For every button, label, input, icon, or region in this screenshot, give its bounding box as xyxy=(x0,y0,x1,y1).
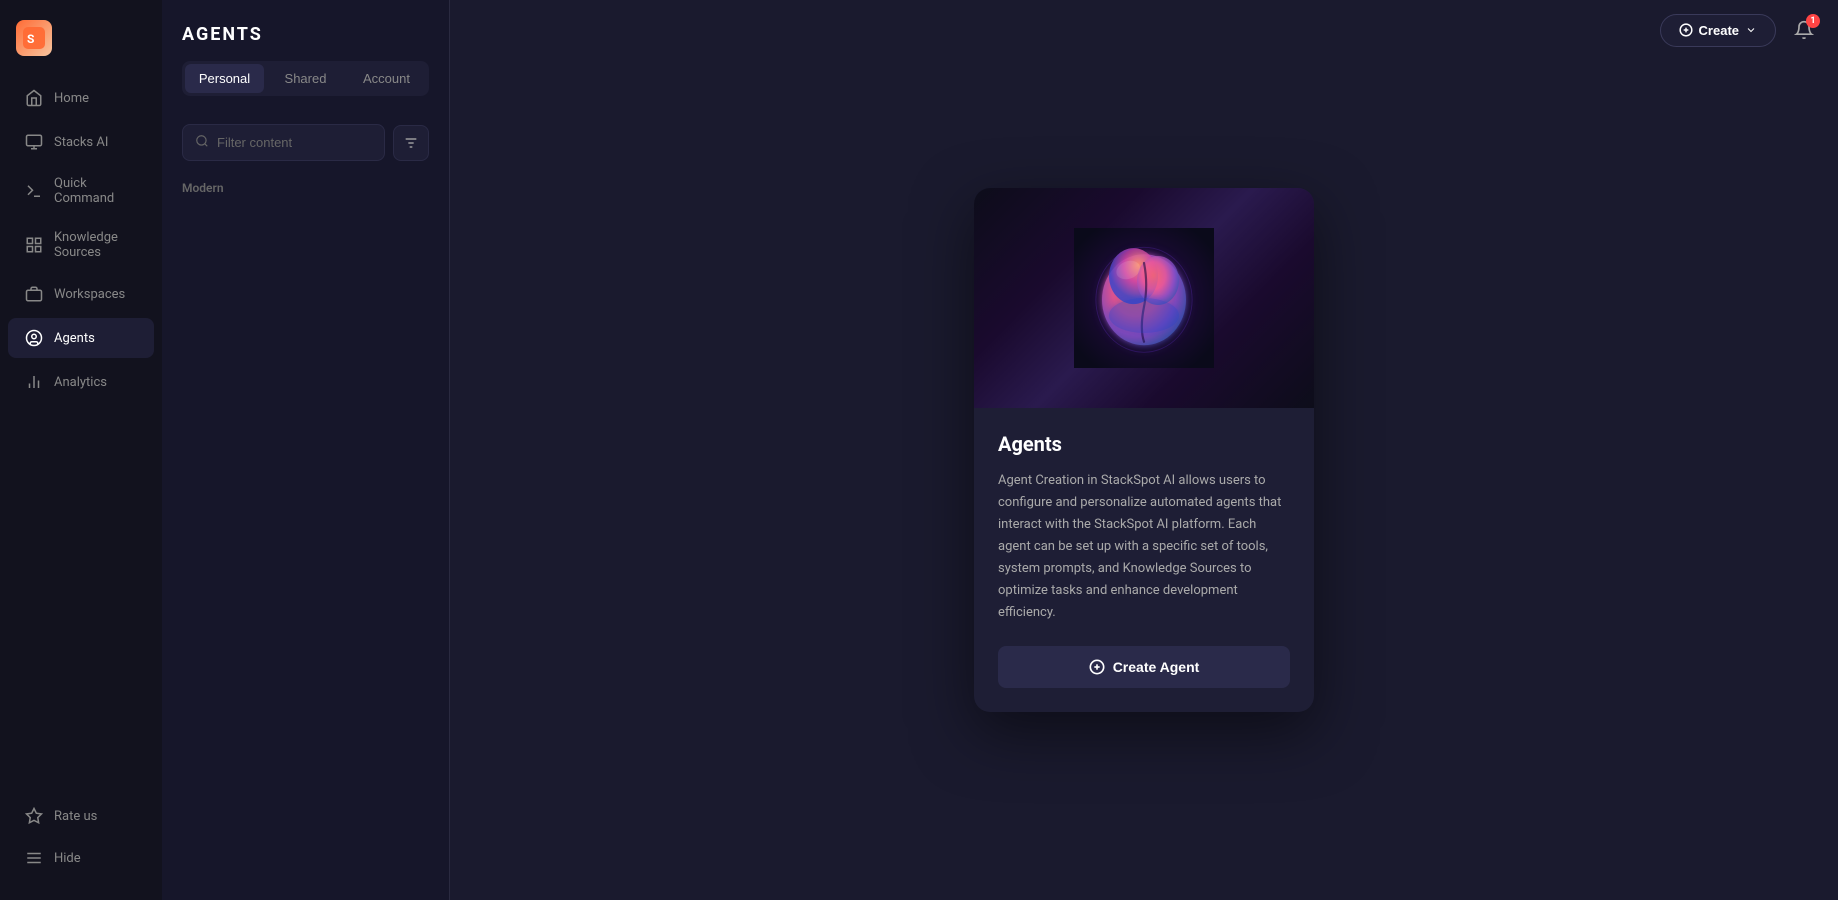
home-icon xyxy=(24,88,44,108)
card-body: Agents Agent Creation in StackSpot AI al… xyxy=(974,408,1314,713)
sidebar-item-analytics[interactable]: Analytics xyxy=(8,362,154,402)
search-filter-row xyxy=(162,112,449,173)
tab-shared[interactable]: Shared xyxy=(266,64,345,93)
main-area: AGENTS Personal Shared Account xyxy=(162,0,1838,900)
sidebar-item-quick-command[interactable]: Quick Command xyxy=(8,166,154,216)
sidebar-bottom: Rate us Hide xyxy=(0,786,162,888)
svg-text:S: S xyxy=(27,32,34,46)
search-input[interactable] xyxy=(217,135,372,150)
notification-button[interactable]: 1 xyxy=(1786,12,1822,48)
knowledge-icon xyxy=(24,235,44,255)
brain-graphic xyxy=(1074,228,1214,368)
info-card: Agents Agent Creation in StackSpot AI al… xyxy=(974,188,1314,713)
sidebar-item-workspaces[interactable]: Workspaces xyxy=(8,274,154,314)
stacks-icon xyxy=(24,132,44,152)
content-area: Create 1 xyxy=(450,0,1838,900)
workspaces-icon xyxy=(24,284,44,304)
sidebar-item-rate-us[interactable]: Rate us xyxy=(8,796,154,836)
filter-button[interactable] xyxy=(393,125,429,161)
sidebar-item-home[interactable]: Home xyxy=(8,78,154,118)
top-actions: Create 1 xyxy=(1660,12,1822,48)
sidebar-item-home-label: Home xyxy=(54,91,89,106)
create-agent-button[interactable]: Create Agent xyxy=(998,646,1290,688)
logo-area: S xyxy=(0,12,162,76)
command-icon xyxy=(24,181,44,201)
tab-account[interactable]: Account xyxy=(347,64,426,93)
search-icon xyxy=(195,133,209,152)
sidebar-item-analytics-label: Analytics xyxy=(54,375,107,390)
sidebar-item-stacks-ai-label: Stacks AI xyxy=(54,135,108,150)
agents-header: AGENTS Personal Shared Account xyxy=(162,0,449,112)
sidebar: S Home Stacks AI xyxy=(0,0,162,900)
sidebar-item-workspaces-label: Workspaces xyxy=(54,287,125,302)
agents-panel: AGENTS Personal Shared Account xyxy=(162,0,450,900)
sidebar-item-rate-us-label: Rate us xyxy=(54,809,97,824)
agents-tabs: Personal Shared Account xyxy=(182,61,429,96)
sidebar-item-agents[interactable]: Agents xyxy=(8,318,154,358)
notification-badge: 1 xyxy=(1806,14,1820,28)
hide-icon xyxy=(24,848,44,868)
card-description: Agent Creation in StackSpot AI allows us… xyxy=(998,470,1290,625)
search-box[interactable] xyxy=(182,124,385,161)
section-modern-label: Modern xyxy=(162,173,449,203)
logo-icon: S xyxy=(16,20,52,56)
card-image xyxy=(974,188,1314,408)
star-icon xyxy=(24,806,44,826)
sidebar-item-agents-label: Agents xyxy=(54,331,95,346)
sidebar-item-hide-label: Hide xyxy=(54,851,81,866)
create-button-label: Create xyxy=(1699,23,1739,38)
create-button[interactable]: Create xyxy=(1660,14,1776,47)
sidebar-item-quick-command-label: Quick Command xyxy=(54,176,138,206)
agents-panel-title: AGENTS xyxy=(182,24,429,45)
sidebar-item-hide[interactable]: Hide xyxy=(8,838,154,878)
sidebar-item-knowledge-sources[interactable]: Knowledge Sources xyxy=(8,220,154,270)
tab-personal[interactable]: Personal xyxy=(185,64,264,93)
sidebar-item-knowledge-sources-label: Knowledge Sources xyxy=(54,230,138,260)
create-agent-button-label: Create Agent xyxy=(1113,659,1200,675)
analytics-icon xyxy=(24,372,44,392)
agents-icon xyxy=(24,328,44,348)
sidebar-item-stacks-ai[interactable]: Stacks AI xyxy=(8,122,154,162)
card-title: Agents xyxy=(998,432,1290,456)
